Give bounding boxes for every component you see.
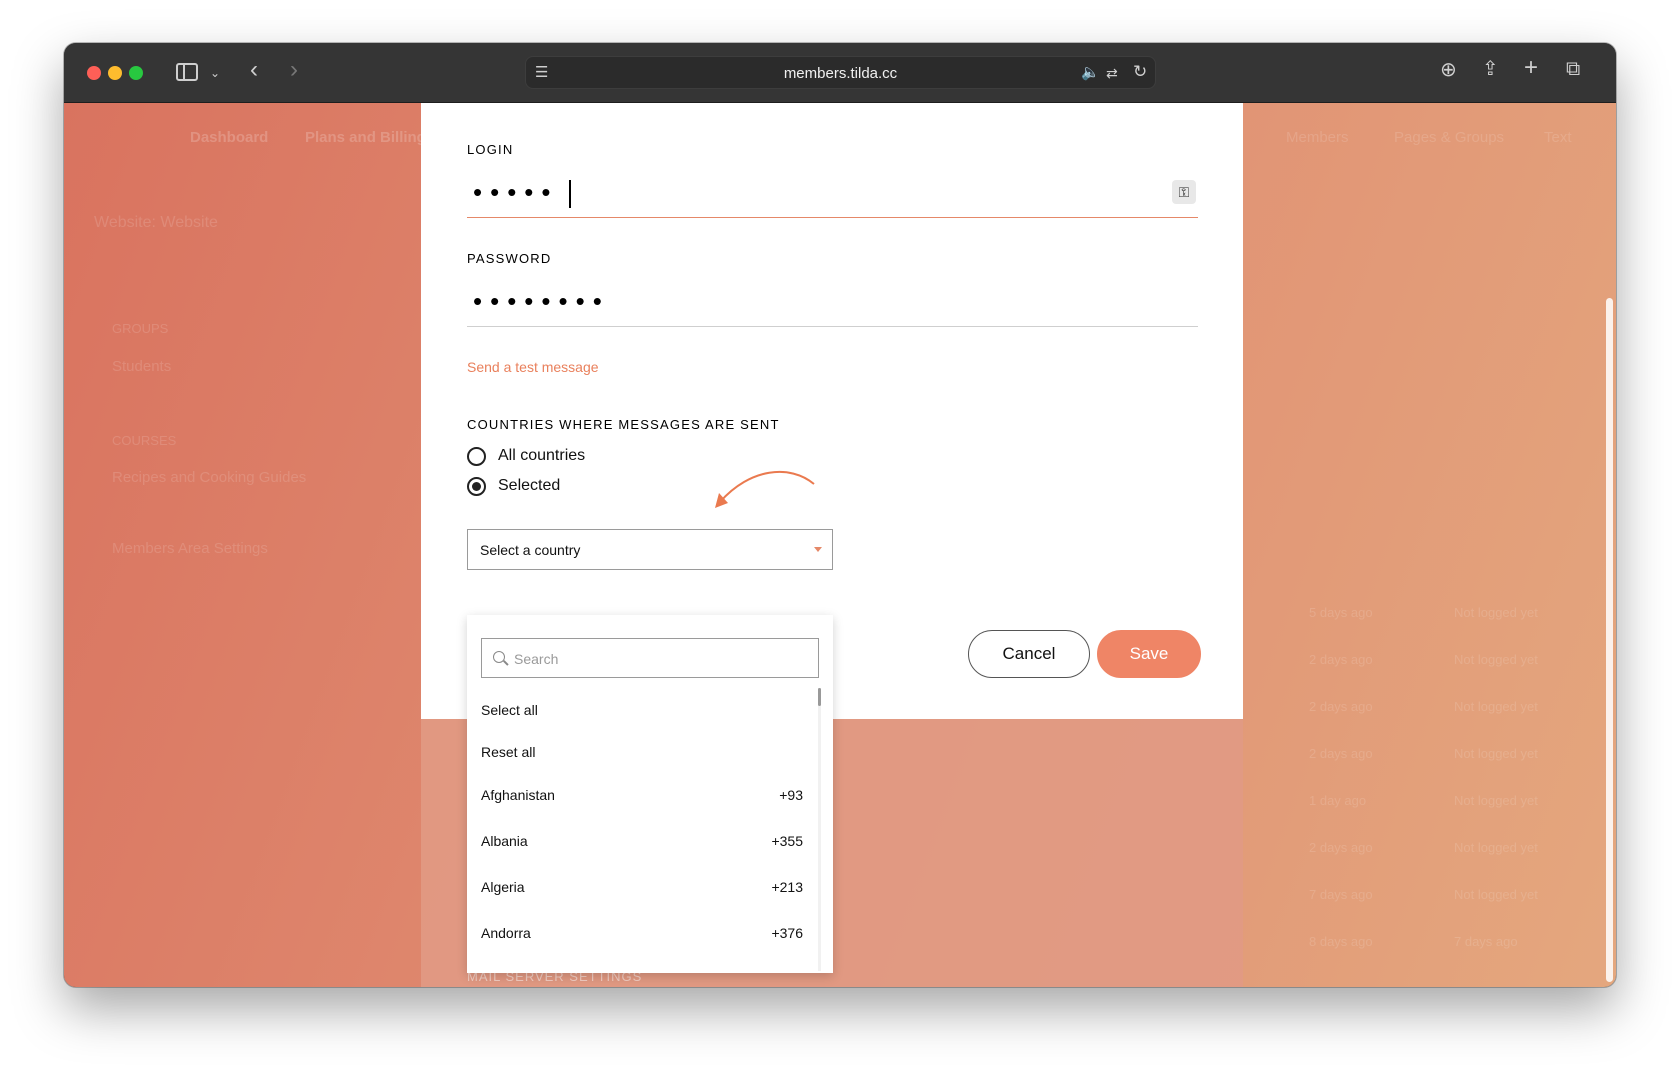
- bg-section-courses: COURSES: [112, 433, 177, 448]
- country-option[interactable]: Albania +355: [481, 833, 803, 855]
- text-caret: [569, 180, 571, 208]
- url-text: members.tilda.cc: [783, 65, 898, 82]
- bg-date: 2 days ago: [1309, 652, 1373, 667]
- password-field[interactable]: ••••••••: [467, 279, 1198, 327]
- radio-button-checked[interactable]: [467, 476, 486, 496]
- radio-all-countries-label: All countries: [498, 447, 586, 464]
- bg-status: Not logged yet: [1454, 605, 1538, 620]
- translate-icon[interactable]: ⇄: [1106, 63, 1118, 83]
- dropdown-scroll-track[interactable]: [818, 688, 821, 971]
- select-all-option[interactable]: Select all: [481, 702, 538, 718]
- login-label: LOGIN: [467, 142, 514, 157]
- new-tab-icon[interactable]: +: [1524, 56, 1538, 80]
- caret-down-icon: [814, 547, 822, 552]
- bg-nav-members: Members: [1286, 129, 1349, 146]
- radio-all-countries[interactable]: All countries: [467, 445, 585, 467]
- bg-status: 7 days ago: [1454, 934, 1518, 949]
- radio-selected[interactable]: Selected: [467, 475, 560, 497]
- bg-date: 5 days ago: [1309, 605, 1373, 620]
- bg-status: Not logged yet: [1454, 840, 1538, 855]
- share-icon[interactable]: ⇪: [1482, 59, 1499, 79]
- country-name: Afghanistan: [481, 787, 555, 803]
- country-code: +213: [771, 879, 803, 895]
- zoom-window-button[interactable]: [129, 66, 143, 80]
- country-name: Algeria: [481, 879, 525, 895]
- chevron-down-icon[interactable]: ⌄: [210, 63, 220, 83]
- login-field[interactable]: ••••• ⚿: [467, 170, 1198, 218]
- password-key-icon[interactable]: ⚿: [1172, 180, 1196, 204]
- bg-nav-billing: Plans and Billing: [305, 129, 426, 146]
- bg-section-groups: GROUPS: [112, 321, 169, 336]
- radio-button[interactable]: [467, 446, 486, 466]
- bg-status: Not logged yet: [1454, 699, 1538, 714]
- dropdown-scrollbar[interactable]: [818, 688, 821, 706]
- bg-status: Not logged yet: [1454, 746, 1538, 761]
- reset-all-option[interactable]: Reset all: [481, 744, 535, 760]
- country-dropdown: Select all Reset all Afghanistan +93 Alb…: [467, 615, 833, 973]
- password-value: ••••••••: [473, 286, 610, 316]
- country-code: +93: [779, 787, 803, 803]
- send-test-message-link[interactable]: Send a test message: [467, 359, 599, 375]
- bg-section-students: Students: [112, 358, 172, 375]
- close-window-button[interactable]: [87, 66, 101, 80]
- bg-date: 2 days ago: [1309, 746, 1373, 761]
- bg-date: 2 days ago: [1309, 699, 1373, 714]
- country-option[interactable]: Algeria +213: [481, 879, 803, 901]
- country-name: Albania: [481, 833, 528, 849]
- sidebar-toggle-icon[interactable]: [176, 63, 198, 81]
- download-icon[interactable]: ⊕: [1440, 60, 1457, 80]
- bg-date: 2 days ago: [1309, 840, 1373, 855]
- bg-date: 1 day ago: [1309, 793, 1367, 808]
- cancel-button[interactable]: Cancel: [968, 630, 1090, 678]
- back-icon[interactable]: ‹: [250, 58, 258, 82]
- bg-status: Not logged yet: [1454, 887, 1538, 902]
- bg-status: Not logged yet: [1454, 793, 1538, 808]
- radio-selected-label: Selected: [498, 477, 561, 494]
- country-option[interactable]: Afghanistan +93: [481, 787, 803, 809]
- bg-nav-dashboard: Dashboard: [190, 129, 269, 146]
- country-select-value: Select a country: [480, 542, 581, 558]
- speaker-icon[interactable]: 🔈: [1081, 63, 1100, 83]
- reload-icon[interactable]: ↻: [1133, 62, 1147, 82]
- country-code: +376: [771, 925, 803, 941]
- country-code: +355: [771, 833, 803, 849]
- save-button[interactable]: Save: [1097, 630, 1201, 678]
- annotation-arrow-icon: [715, 470, 815, 508]
- password-label: PASSWORD: [467, 251, 552, 266]
- bg-date: 8 days ago: [1309, 934, 1373, 949]
- browser-toolbar: ⌄ ‹ › ☰ members.tilda.cc 🔈 ⇄ ↻ ⊕ ⇪ + ⧉: [64, 43, 1616, 103]
- bg-date: 7 days ago: [1309, 887, 1373, 902]
- search-icon: [493, 651, 505, 663]
- country-option[interactable]: Andorra +376: [481, 925, 803, 947]
- page-content: Dashboard Plans and Billing Members Page…: [64, 103, 1616, 987]
- bg-section-settings: Members Area Settings: [112, 540, 268, 557]
- address-bar[interactable]: ☰ members.tilda.cc 🔈 ⇄ ↻: [525, 56, 1156, 89]
- countries-label: COUNTRIES WHERE MESSAGES ARE SENT: [467, 417, 780, 432]
- login-value: •••••: [473, 177, 559, 207]
- country-search-input[interactable]: [514, 649, 804, 669]
- country-select[interactable]: Select a country: [467, 529, 833, 570]
- bg-nav-text: Text: [1544, 129, 1572, 146]
- bg-status: Not logged yet: [1454, 652, 1538, 667]
- page-scrollbar[interactable]: [1606, 298, 1613, 982]
- browser-window: ⌄ ‹ › ☰ members.tilda.cc 🔈 ⇄ ↻ ⊕ ⇪ + ⧉ D…: [64, 43, 1616, 987]
- bg-sidebar-title: Website: Website: [94, 214, 218, 231]
- tabs-overview-icon[interactable]: ⧉: [1566, 59, 1580, 79]
- bg-section-recipes: Recipes and Cooking Guides: [112, 469, 307, 486]
- country-name: Andorra: [481, 925, 531, 941]
- bg-nav-pages: Pages & Groups: [1394, 129, 1505, 146]
- country-search-box[interactable]: [481, 638, 819, 678]
- minimize-window-button[interactable]: [108, 66, 122, 80]
- forward-icon[interactable]: ›: [290, 58, 298, 82]
